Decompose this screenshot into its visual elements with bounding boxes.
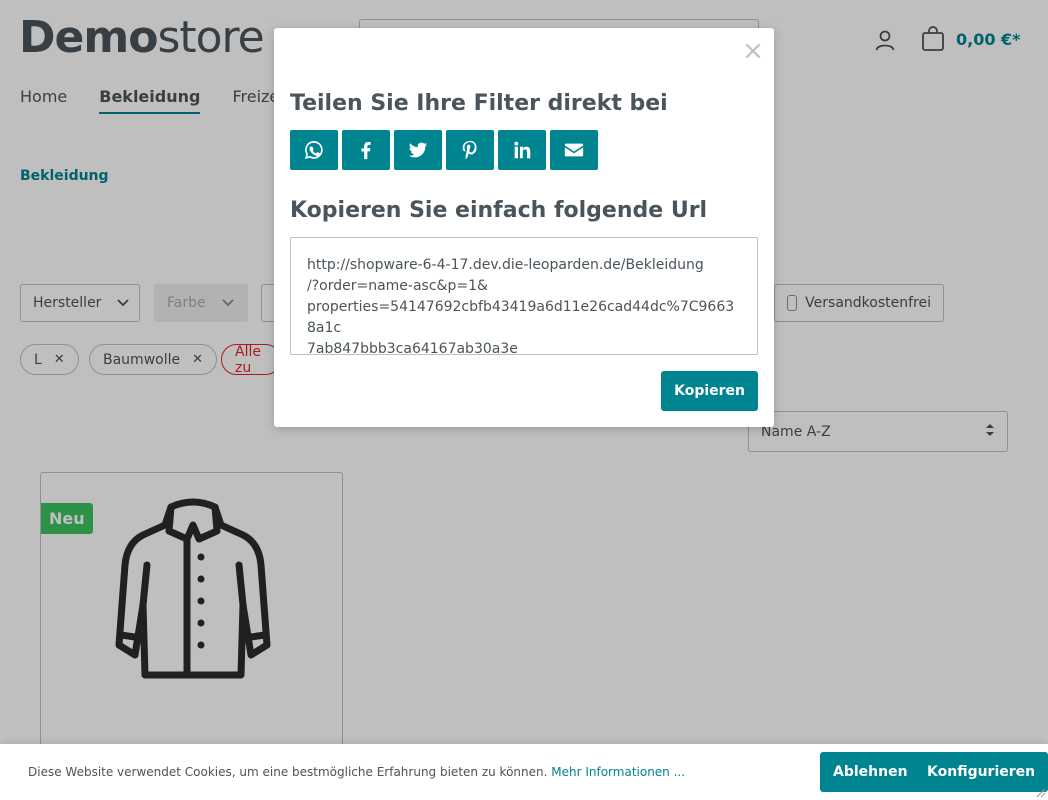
resize-handle-icon[interactable]: [1034, 786, 1046, 798]
envelope-icon: [564, 143, 584, 157]
share-linkedin-button[interactable]: [498, 130, 546, 170]
modal-subtitle: Kopieren Sie einfach folgende Url: [290, 198, 708, 223]
copy-url-button[interactable]: Kopieren: [661, 371, 758, 411]
whatsapp-icon: [305, 141, 323, 159]
share-pinterest-button[interactable]: [446, 130, 494, 170]
cookie-message: Diese Website verwendet Cookies, um eine…: [28, 765, 548, 779]
share-url-field[interactable]: http://shopware-6-4-17.dev.die-leoparden…: [290, 237, 758, 357]
cookie-decline-button[interactable]: Ablehnen: [820, 752, 921, 792]
share-facebook-button[interactable]: [342, 130, 390, 170]
cookie-more-info-link[interactable]: Mehr Informationen ...: [551, 765, 685, 779]
cookie-text: Diese Website verwendet Cookies, um eine…: [28, 765, 685, 779]
cookie-bar: Diese Website verwendet Cookies, um eine…: [0, 744, 1048, 800]
share-email-button[interactable]: [550, 130, 598, 170]
modal-title: Teilen Sie Ihre Filter direkt bei: [290, 91, 668, 116]
share-buttons: [290, 130, 598, 170]
linkedin-icon: [514, 141, 531, 159]
share-whatsapp-button[interactable]: [290, 130, 338, 170]
pinterest-icon: [462, 140, 477, 160]
close-icon[interactable]: ×: [742, 38, 764, 64]
share-twitter-button[interactable]: [394, 130, 442, 170]
share-filter-modal: × Teilen Sie Ihre Filter direkt bei Kopi…: [274, 28, 774, 427]
cookie-configure-button[interactable]: Konfigurieren: [914, 752, 1048, 792]
twitter-icon: [408, 142, 428, 158]
facebook-icon: [361, 142, 371, 160]
